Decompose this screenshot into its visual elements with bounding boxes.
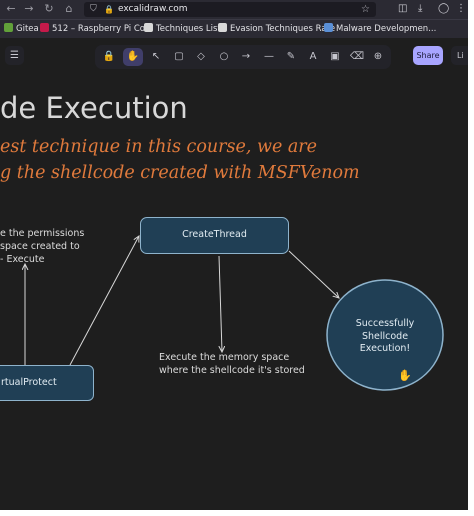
page-icon — [144, 23, 153, 32]
image-icon[interactable]: ▣ — [325, 48, 345, 66]
account-icon[interactable]: ◯ — [438, 1, 449, 17]
pencil-icon[interactable]: ✎ — [281, 48, 301, 66]
eraser-icon[interactable]: ⌫ — [347, 48, 367, 66]
back-arrow-icon[interactable]: ← — [4, 1, 18, 17]
bookmark-label: 512 – Raspberry Pi Co... — [52, 24, 153, 34]
note-line: - Execute — [0, 254, 45, 265]
node-label: rtualProtect — [1, 377, 57, 388]
node-label: CreateThread — [182, 229, 247, 240]
bookmark-label: Techniques List — [156, 24, 221, 34]
bookmark-label: Evasion Techniques Rate — [230, 24, 336, 34]
rectangle-icon[interactable]: ▢ — [169, 48, 189, 66]
url-text[interactable]: excalidraw.com — [118, 2, 188, 17]
node-label: Execution! — [359, 343, 411, 354]
lock-icon[interactable]: 🔒 — [99, 48, 119, 66]
shield-icon[interactable]: ⛉ — [90, 2, 97, 17]
note-line: e the permissions — [0, 228, 85, 239]
bookmark-label: Malware Developmen... — [336, 24, 437, 34]
raspberry-pi-icon — [40, 23, 49, 32]
url-field[interactable]: ⛉ 🔒 excalidraw.com ☆ — [84, 2, 376, 17]
share-button[interactable]: Share — [413, 46, 443, 65]
bookmark-raspberry-pi[interactable]: 512 – Raspberry Pi Co... — [40, 20, 153, 38]
browser-window: ← → ↻ ⌂ ⛉ 🔒 excalidraw.com ☆ ◫ ⤓ ◯ ⋮ Git… — [0, 0, 468, 510]
main-menu-icon[interactable]: ☰ — [5, 46, 24, 65]
createthread-node[interactable]: CreateThread — [140, 217, 289, 254]
bookmark-gitea[interactable]: Gitea — [4, 20, 39, 38]
note-line: space created to — [0, 241, 80, 252]
note-line: Execute the memory space — [159, 352, 290, 363]
node-label: Shellcode — [361, 330, 409, 342]
bookmark-star-icon[interactable]: ☆ — [361, 2, 370, 17]
library-button[interactable]: Li — [451, 46, 468, 65]
extensions-icon[interactable]: ⋮ — [456, 1, 466, 17]
success-node-label: Successfully Shellcode Execution! — [337, 318, 433, 356]
ellipse-icon[interactable]: ○ — [214, 48, 234, 66]
line-icon[interactable]: — — [259, 48, 279, 66]
reload-icon[interactable]: ↻ — [42, 1, 56, 17]
text-icon[interactable]: A — [303, 48, 323, 66]
diamond-icon[interactable]: ◇ — [191, 48, 211, 66]
lock-icon[interactable]: 🔒 — [104, 2, 114, 17]
subtitle-line-1[interactable]: est technique in this course, we are — [0, 137, 317, 157]
execute-note[interactable]: Execute the memory space where the shell… — [159, 351, 305, 377]
home-icon[interactable]: ⌂ — [62, 1, 76, 17]
malware-dev-icon — [324, 23, 333, 32]
bookmarks-bar: Gitea 512 – Raspberry Pi Co... Technique… — [0, 19, 468, 38]
pocket-icon[interactable]: ◫ — [398, 1, 407, 17]
bookmark-techniques-list[interactable]: Techniques List — [144, 20, 221, 38]
page-heading[interactable]: de Execution — [0, 91, 188, 125]
virtualprotect-node[interactable]: rtualProtect — [0, 365, 94, 401]
selection-icon[interactable]: ↖ — [146, 48, 166, 66]
gitea-icon — [4, 23, 13, 32]
more-tools-icon[interactable]: ⊕ — [368, 48, 388, 66]
note-line: where the shellcode it's stored — [159, 365, 305, 376]
downloads-icon[interactable]: ⤓ — [418, 1, 422, 17]
tools-toolbar: 🔒 ✋ ↖ ▢ ◇ ○ → — ✎ A ▣ ⌫ ⊕ — [95, 45, 391, 69]
node-label: Successfully — [355, 318, 415, 329]
bookmark-evasion-techniques[interactable]: Evasion Techniques Rate — [218, 20, 335, 38]
hand-cursor-icon: ✋ — [398, 369, 412, 382]
hand-icon[interactable]: ✋ — [123, 48, 143, 66]
address-bar: ← → ↻ ⌂ ⛉ 🔒 excalidraw.com ☆ ◫ ⤓ ◯ ⋮ — [0, 0, 468, 19]
bookmark-malware-development[interactable]: Malware Developmen... — [324, 20, 436, 38]
permissions-note[interactable]: e the permissions space created to - Exe… — [0, 227, 84, 266]
arrow-icon[interactable]: → — [236, 48, 256, 66]
subtitle-line-2[interactable]: g the shellcode created with MSFVenom — [0, 163, 360, 183]
bookmark-label: Gitea — [16, 24, 39, 34]
forward-arrow-icon[interactable]: → — [22, 1, 36, 17]
page-icon — [218, 23, 227, 32]
